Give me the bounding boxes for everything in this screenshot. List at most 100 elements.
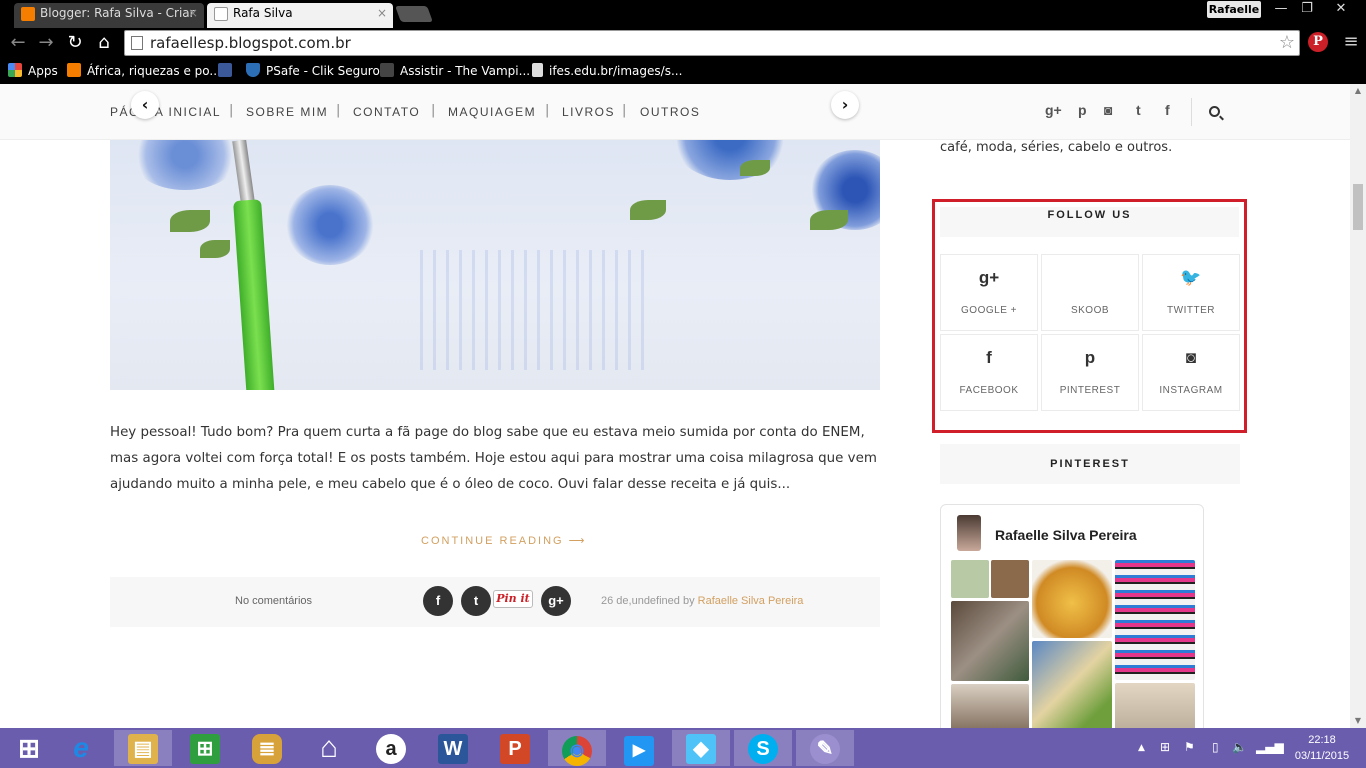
pin-thumbnail[interactable]: [1115, 560, 1195, 680]
taskbar-home[interactable]: ⌂: [300, 730, 358, 766]
menu-pagina-inicial[interactable]: PÁGINA INICIAL: [110, 105, 221, 119]
pin-thumbnail[interactable]: [1115, 683, 1195, 728]
search-icon[interactable]: [1209, 106, 1220, 117]
taskbar-video[interactable]: ▶: [610, 730, 668, 766]
follow-google-plus[interactable]: g+ GOOGLE +: [940, 254, 1038, 331]
menu-separator: |: [336, 103, 341, 118]
twitter-icon[interactable]: t: [1136, 102, 1141, 118]
tray-overflow-icon[interactable]: ▲: [1138, 743, 1145, 753]
forward-arrow-icon[interactable]: →: [34, 31, 58, 55]
share-google-plus-icon[interactable]: g+: [541, 586, 571, 616]
taskbar-notes[interactable]: ≣: [238, 730, 296, 766]
carousel-next-icon[interactable]: ›: [831, 91, 859, 119]
pin-it-button[interactable]: Pin it: [493, 590, 533, 608]
tab-rafa-silva[interactable]: Rafa Silva ×: [207, 3, 393, 28]
flower-pattern: [130, 140, 240, 190]
tab-close-icon[interactable]: ×: [377, 3, 387, 24]
leaf-pattern: [810, 210, 848, 230]
back-arrow-icon[interactable]: ←: [6, 31, 30, 55]
minimize-icon[interactable]: —: [1268, 0, 1294, 18]
avatar[interactable]: [957, 515, 981, 551]
volume-icon[interactable]: 🔈: [1232, 740, 1247, 754]
windows-taskbar: ⊞ e ▤ ⊞ ≣ ⌂ a W P ◉ ▶ ◆ S ✎ ▲ ⊞ ⚑ ▯ 🔈 ▂▄…: [0, 728, 1366, 768]
pin-thumbnail[interactable]: [951, 601, 1029, 681]
pin-thumbnail[interactable]: [951, 684, 1029, 728]
taskbar-maps[interactable]: ◆: [672, 730, 730, 766]
pin-thumbnail[interactable]: [1032, 560, 1112, 638]
start-button[interactable]: ⊞: [0, 730, 58, 766]
green-pen: [232, 140, 275, 390]
menu-outros[interactable]: OUTROS: [640, 105, 700, 119]
bookmark-vampire[interactable]: Assistir - The Vampi...: [380, 62, 530, 80]
amazon-icon: a: [376, 734, 406, 764]
menu-contato[interactable]: CONTATO: [353, 105, 420, 119]
bookmark-facebook[interactable]: [218, 62, 238, 80]
browser-title-bar: Blogger: Rafa Silva - Criar × Rafa Silva…: [0, 0, 1366, 28]
scroll-up-icon[interactable]: ▲: [1350, 84, 1366, 98]
signal-icon[interactable]: ▂▄▆: [1256, 740, 1284, 754]
follow-pinterest[interactable]: p PINTEREST: [1041, 334, 1139, 411]
continue-reading-link[interactable]: CONTINUE READING ⟶: [421, 534, 586, 547]
taskbar-skype[interactable]: S: [734, 730, 792, 766]
scroll-down-icon[interactable]: ▼: [1350, 714, 1366, 728]
chrome-menu-icon[interactable]: ≡: [1343, 32, 1359, 52]
share-twitter-icon[interactable]: t: [461, 586, 491, 616]
tab-close-icon[interactable]: ×: [188, 3, 198, 24]
facebook-icon[interactable]: f: [1165, 102, 1170, 118]
post-author-link[interactable]: Rafaelle Silva Pereira: [698, 595, 804, 607]
google-plus-icon[interactable]: g+: [1045, 102, 1062, 118]
menu-maquiagem[interactable]: MAQUIAGEM: [448, 105, 536, 119]
reload-icon[interactable]: ↻: [63, 31, 87, 55]
bookmark-star-icon[interactable]: ☆: [1279, 32, 1295, 54]
instagram-icon[interactable]: ◙: [1104, 102, 1112, 118]
share-facebook-icon[interactable]: f: [423, 586, 453, 616]
taskbar-word[interactable]: W: [424, 730, 482, 766]
comments-link[interactable]: No comentários: [235, 595, 312, 607]
pin-thumbnail[interactable]: [991, 560, 1029, 598]
new-tab-button[interactable]: [395, 6, 433, 22]
taskbar-store[interactable]: ⊞: [176, 730, 234, 766]
pinterest-icon[interactable]: p: [1078, 102, 1087, 118]
profile-button[interactable]: Rafaelle: [1207, 1, 1261, 18]
address-bar[interactable]: rafaellesp.blogspot.com.br ☆: [124, 30, 1300, 56]
bookmark-apps[interactable]: Apps: [8, 62, 58, 80]
psafe-shield-icon: [246, 63, 260, 77]
menu-separator: |: [622, 103, 627, 118]
restore-icon[interactable]: ❐: [1294, 0, 1320, 18]
pinterest-extension-icon[interactable]: P: [1308, 32, 1328, 52]
menu-sobre-mim[interactable]: SOBRE MIM: [246, 105, 328, 119]
taskbar-file-explorer[interactable]: ▤: [114, 730, 172, 766]
bookmarks-bar: Apps África, riquezas e po... PSafe - Cl…: [0, 58, 1366, 84]
close-window-icon[interactable]: ✕: [1328, 0, 1354, 18]
home-icon[interactable]: ⌂: [92, 31, 116, 55]
taskbar-powerpoint[interactable]: P: [486, 730, 544, 766]
follow-label: SKOOB: [1070, 305, 1110, 316]
pin-thumbnail[interactable]: [1032, 641, 1112, 728]
pinterest-user-name[interactable]: Rafaelle Silva Pereira: [995, 527, 1137, 543]
url-text[interactable]: rafaellesp.blogspot.com.br: [150, 31, 351, 55]
action-center-icon[interactable]: ⚑: [1184, 740, 1195, 754]
follow-twitter[interactable]: 🐦 TWITTER: [1142, 254, 1240, 331]
bookmark-africa[interactable]: África, riquezas e po...: [67, 62, 221, 80]
taskbar-paint[interactable]: ✎: [796, 730, 854, 766]
taskbar-clock[interactable]: 22:18 03/11/2015: [1282, 732, 1362, 764]
scroll-thumb[interactable]: [1353, 184, 1363, 230]
network-icon[interactable]: ⊞: [1160, 740, 1170, 754]
pin-thumbnail[interactable]: [951, 560, 989, 598]
nav-divider: [1191, 98, 1192, 126]
leaf-pattern: [170, 210, 210, 232]
bookmark-psafe[interactable]: PSafe - Clik Seguro: [246, 62, 380, 80]
tab-blogger[interactable]: Blogger: Rafa Silva - Criar ×: [14, 3, 204, 28]
bookmark-ifes[interactable]: ifes.edu.br/images/s...: [532, 62, 682, 80]
taskbar-chrome[interactable]: ◉: [548, 730, 606, 766]
taskbar-internet-explorer[interactable]: e: [52, 730, 110, 766]
battery-icon[interactable]: ▯: [1212, 740, 1219, 754]
taskbar-amazon[interactable]: a: [362, 730, 420, 766]
menu-livros[interactable]: LIVROS: [562, 105, 615, 119]
follow-instagram[interactable]: ◙ INSTAGRAM: [1142, 334, 1240, 411]
follow-skoob[interactable]: SKOOB: [1041, 254, 1139, 331]
page-scrollbar[interactable]: ▲ ▼: [1350, 84, 1366, 728]
post-photo[interactable]: [110, 140, 880, 390]
carousel-prev-icon[interactable]: ‹: [131, 91, 159, 119]
follow-facebook[interactable]: f FACEBOOK: [940, 334, 1038, 411]
